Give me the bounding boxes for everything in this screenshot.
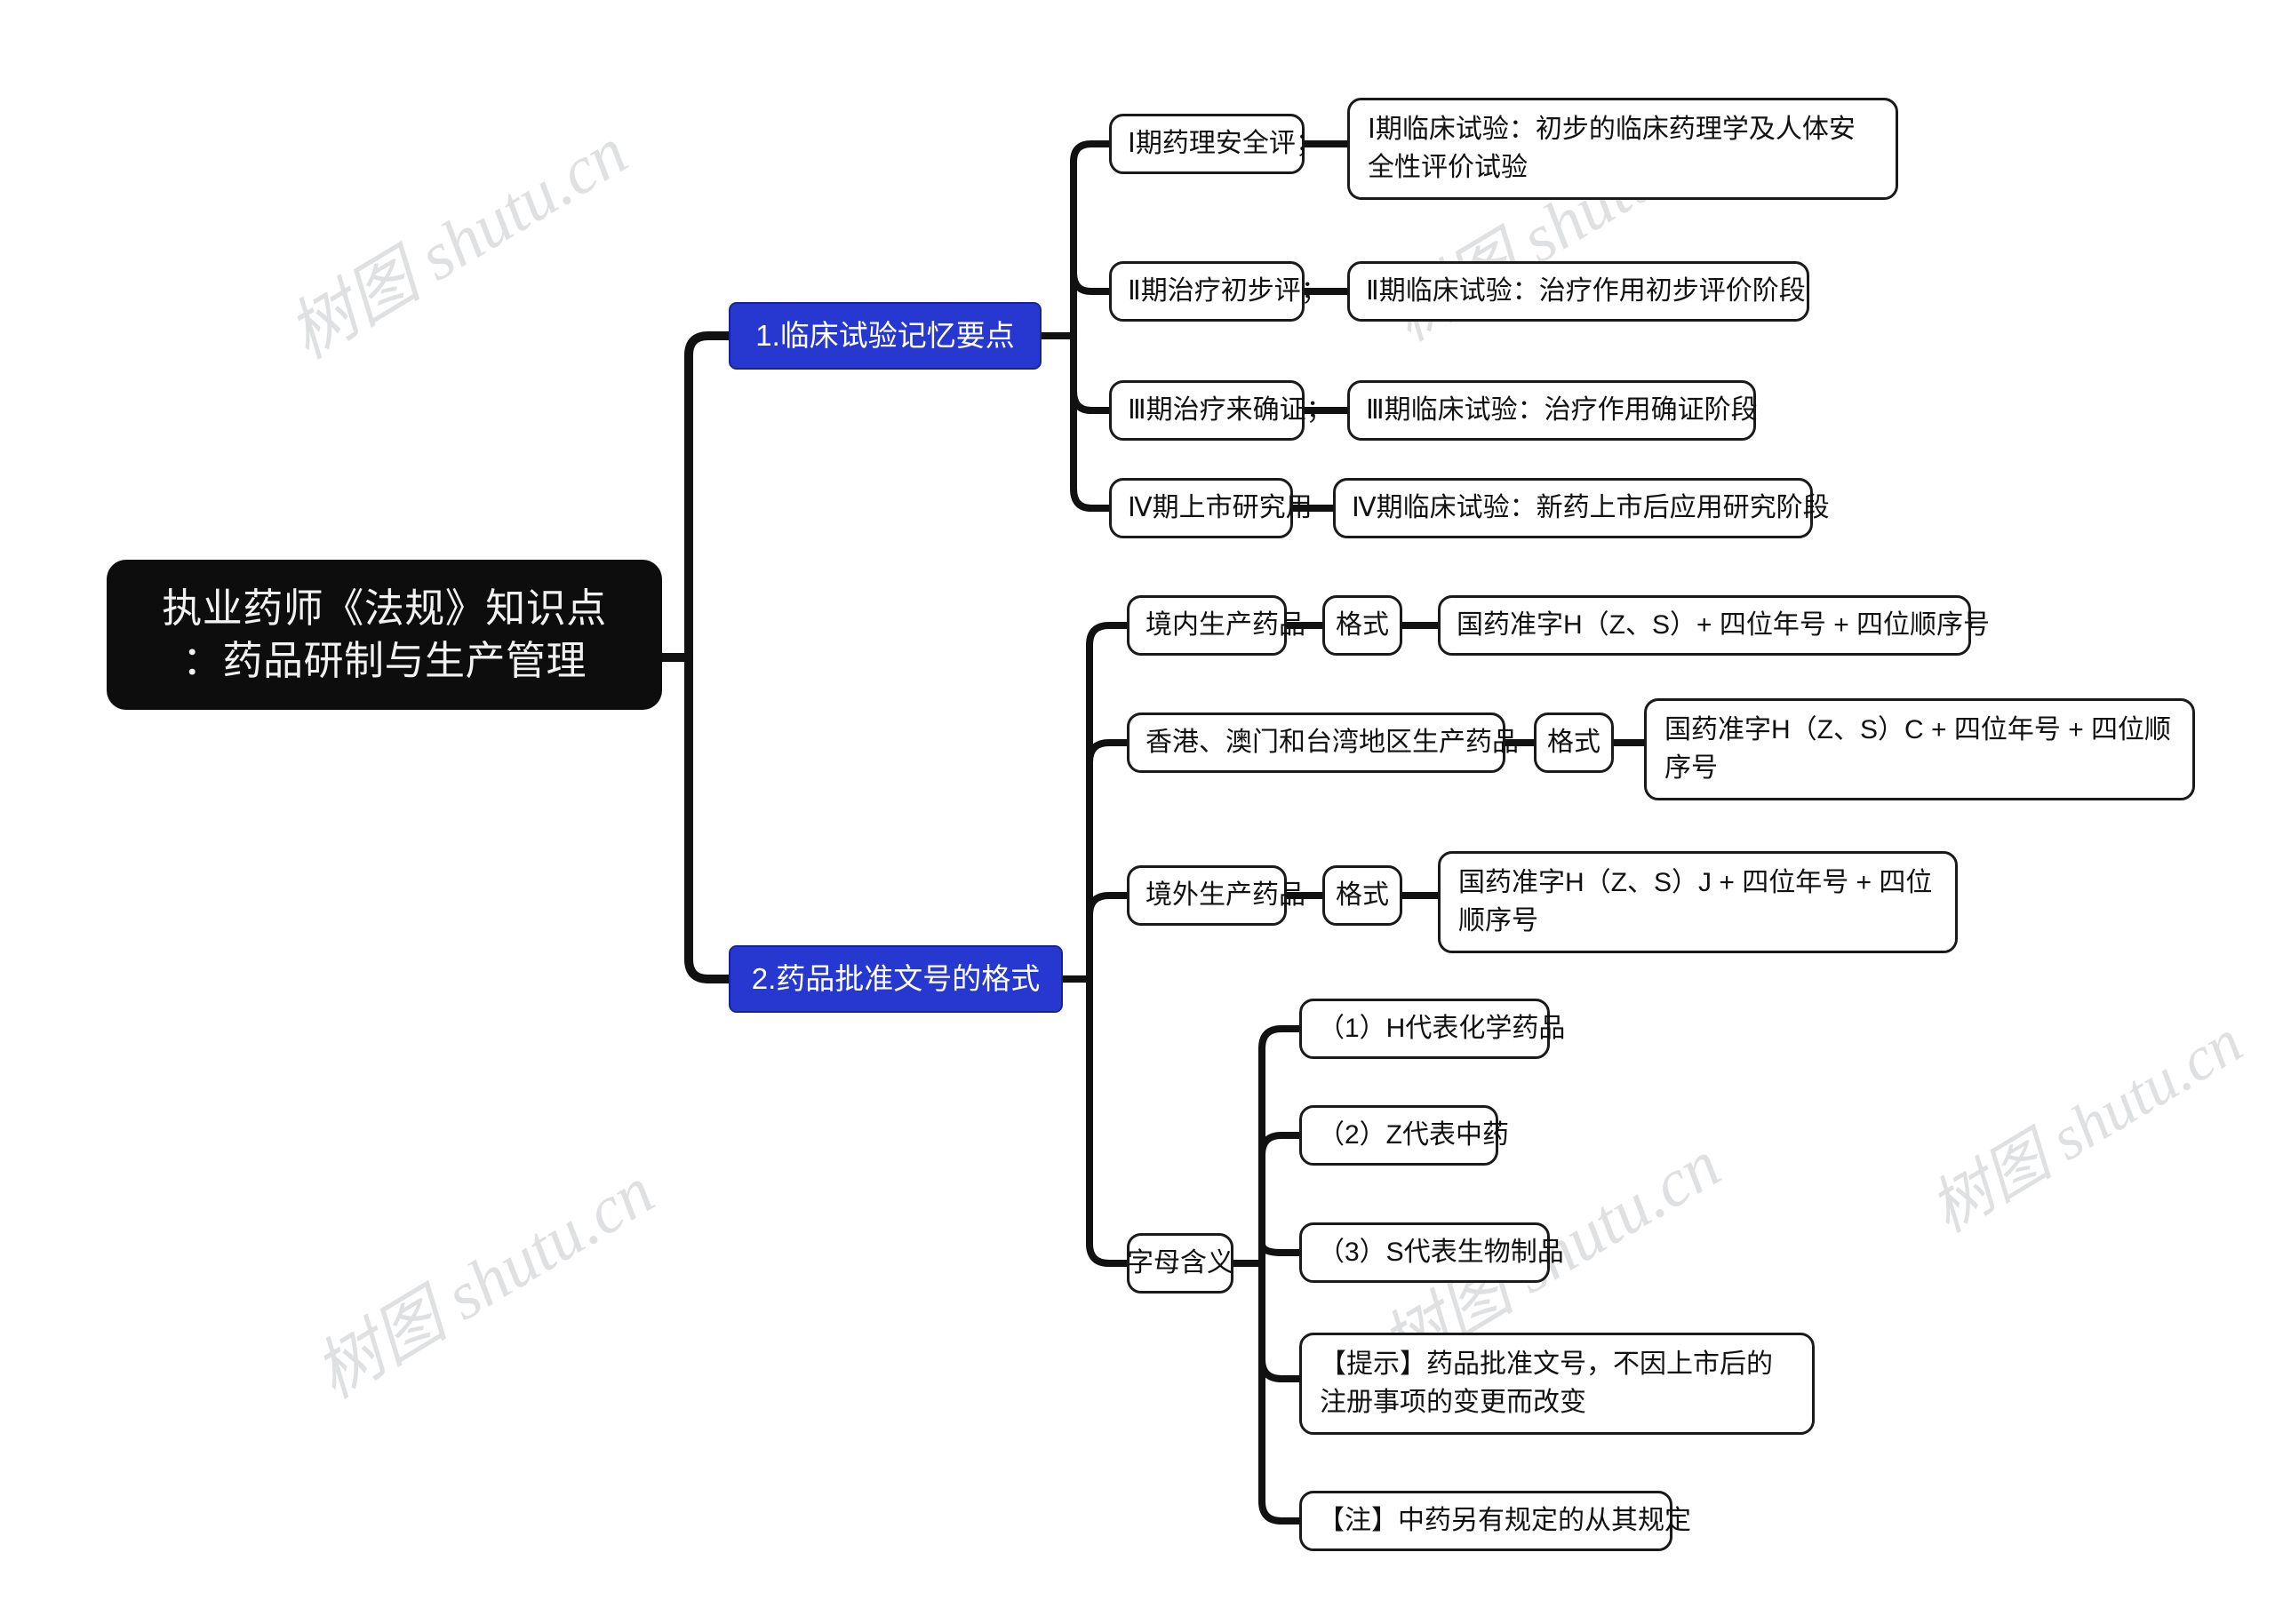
letter-meaning-item-z[interactable]: （2）Z代表中药: [1299, 1105, 1509, 1166]
edge-letters-to-i3: [1258, 1240, 1303, 1267]
node-label: Ⅱ期治疗初步评；: [1128, 275, 1328, 306]
edge-root-to-branch2: [684, 653, 733, 983]
edge-branch2-to-g4: [1086, 975, 1130, 1267]
watermark-text: 树图 shutu.cn: [302, 1153, 667, 1413]
watermark-text: 树图 shutu.cn: [275, 114, 640, 374]
node-label: Ⅰ期药理安全评；: [1128, 128, 1322, 158]
phase-2-detail[interactable]: Ⅱ期临床试验：治疗作用初步评价阶段: [1347, 261, 1809, 322]
format-value-hk-macau-taiwan[interactable]: 国药准字H（Z、S）C + 四位年号 + 四位顺序号: [1644, 698, 2195, 801]
edge-root-to-branch1: [684, 331, 733, 662]
edge-letters-to-i4: [1258, 1260, 1303, 1382]
phase-2-mnemonic[interactable]: Ⅱ期治疗初步评；: [1109, 261, 1328, 322]
node-label: 境内生产药品: [1145, 609, 1305, 640]
letter-meaning[interactable]: 字母含义: [1127, 1233, 1233, 1294]
branch-node-approval-number-format[interactable]: 2.药品批准文号的格式: [729, 945, 1063, 1013]
origin-domestic[interactable]: 境内生产药品: [1127, 595, 1305, 656]
node-label: 国药准字H（Z、S）C + 四位年号 + 四位顺序号: [1664, 715, 2172, 783]
node-label: 【提示】药品批准文号，不因上市后的注册事项的变更而改变: [1320, 1349, 1773, 1417]
edge-letters-to-i1: [1258, 1025, 1303, 1267]
edge-branch2-to-g2: [1086, 739, 1130, 983]
root-node-label: 执业药师《法规》知识点 ：药品研制与生产管理: [137, 583, 632, 687]
edge-branch1-to-c2: [1070, 269, 1113, 339]
node-label: 格式: [1547, 727, 1600, 757]
node-label: 【注】中药另有规定的从其规定: [1318, 1505, 1691, 1535]
mindmap-canvas: 树图 shutu.cn 树图 shutu.cn 树图 shutu.cn 树图 s…: [0, 0, 2275, 1624]
node-label: Ⅲ期治疗来确证；: [1128, 394, 1333, 425]
edge-branch1-to-c4: [1070, 332, 1113, 512]
edge-letters-to-i5: [1258, 1260, 1303, 1524]
phase-4-detail[interactable]: Ⅳ期临床试验：新药上市后应用研究阶段: [1333, 478, 1830, 538]
phase-1-mnemonic[interactable]: Ⅰ期药理安全评；: [1109, 114, 1322, 174]
letter-meaning-item-h[interactable]: （1）H代表化学药品: [1299, 999, 1565, 1059]
node-label: Ⅲ期临床试验：治疗作用确证阶段: [1366, 394, 1758, 425]
phase-4-mnemonic[interactable]: Ⅳ期上市研究用: [1109, 478, 1313, 538]
connector-layer: [658, 140, 1648, 1524]
node-label: 国药准字H（Z、S）J + 四位年号 + 四位顺序号: [1458, 868, 1933, 935]
format-value-overseas[interactable]: 国药准字H（Z、S）J + 四位年号 + 四位顺序号: [1438, 851, 1958, 954]
watermark-layer: 树图 shutu.cn 树图 shutu.cn 树图 shutu.cn 树图 s…: [0, 0, 2275, 1624]
format-value-domestic[interactable]: 国药准字H（Z、S）+ 四位年号 + 四位顺序号: [1438, 595, 1990, 656]
watermark-text: 树图 shutu.cn: [1919, 1007, 2255, 1246]
node-label: 香港、澳门和台湾地区生产药品: [1145, 727, 1519, 757]
origin-overseas[interactable]: 境外生产药品: [1127, 865, 1305, 926]
node-label: Ⅱ期临床试验：治疗作用初步评价阶段: [1366, 275, 1806, 306]
letter-meaning-item-s[interactable]: （3）S代表生物制品: [1299, 1222, 1564, 1283]
root-node-line1: 执业药师《法规》知识点: [162, 585, 607, 631]
edge-branch2-to-g3: [1086, 892, 1130, 983]
format-label-hk-macau-taiwan[interactable]: 格式: [1534, 712, 1614, 773]
node-label: 格式: [1336, 880, 1389, 910]
origin-hk-macau-taiwan[interactable]: 香港、澳门和台湾地区生产药品: [1127, 712, 1519, 773]
format-label-overseas[interactable]: 格式: [1322, 865, 1402, 926]
node-label: Ⅳ期临床试验：新药上市后应用研究阶段: [1352, 492, 1830, 522]
node-label: 境外生产药品: [1145, 880, 1305, 910]
node-label: （2）Z代表中药: [1318, 1119, 1510, 1150]
node-label: 国药准字H（Z、S）+ 四位年号 + 四位顺序号: [1457, 609, 1991, 640]
root-node-line2: ：药品研制与生产管理: [181, 637, 587, 683]
phase-1-detail[interactable]: Ⅰ期临床试验：初步的临床药理学及人体安全性评价试验: [1347, 98, 1898, 201]
edge-branch2-to-g1: [1086, 622, 1130, 983]
node-label: 格式: [1336, 609, 1389, 640]
node-label: Ⅰ期临床试验：初步的临床药理学及人体安全性评价试验: [1368, 115, 1856, 182]
root-node[interactable]: 执业药师《法规》知识点 ：药品研制与生产管理: [107, 560, 662, 710]
edge-letters-to-i2: [1258, 1132, 1303, 1267]
tip-note[interactable]: 【提示】药品批准文号，不因上市后的注册事项的变更而改变: [1299, 1333, 1815, 1436]
node-label: 字母含义: [1127, 1247, 1233, 1278]
phase-3-mnemonic[interactable]: Ⅲ期治疗来确证；: [1109, 380, 1333, 441]
branch-node-label: 1.临床试验记忆要点: [755, 319, 1015, 353]
node-label: （3）S代表生物制品: [1318, 1237, 1564, 1267]
node-label: Ⅳ期上市研究用: [1128, 492, 1313, 522]
footnote[interactable]: 【注】中药另有规定的从其规定: [1299, 1491, 1691, 1551]
node-label: （1）H代表化学药品: [1318, 1013, 1566, 1043]
branch-node-clinical-trials[interactable]: 1.临床试验记忆要点: [729, 302, 1042, 370]
format-label-domestic[interactable]: 格式: [1322, 595, 1402, 656]
branch-node-label: 2.药品批准文号的格式: [751, 962, 1041, 996]
edge-branch1-spine-up: [1070, 140, 1113, 339]
phase-3-detail[interactable]: Ⅲ期临床试验：治疗作用确证阶段: [1347, 380, 1758, 441]
edge-branch1-to-c3: [1070, 332, 1113, 414]
